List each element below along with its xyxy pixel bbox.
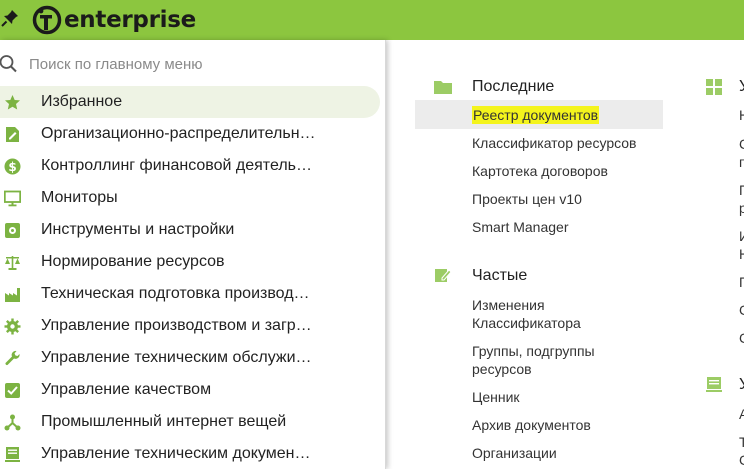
logo-mark-icon <box>32 5 62 35</box>
frequent-link-resource-groups[interactable]: Группы, подгруппы ресурсов <box>472 342 595 378</box>
menu-item-label: Мониторы <box>41 189 118 206</box>
edit-note-icon <box>435 269 452 282</box>
network-nodes-icon <box>4 414 21 431</box>
col3-link-fragment[interactable]: П <box>739 274 744 290</box>
col3-link-fragment[interactable]: Т <box>739 434 744 450</box>
menu-item-label: Контроллинг финансовой деятель… <box>41 157 312 174</box>
link-line: ресурсов <box>472 361 532 377</box>
col3-link-fragment[interactable]: С <box>739 136 744 152</box>
menu-item-resource-rationing[interactable]: Нормирование ресурсов <box>0 246 386 278</box>
menu-item-maintenance[interactable]: Управление техническим обслужи… <box>0 342 386 374</box>
grid-tiles-icon <box>706 79 722 95</box>
menu-item-quality[interactable]: Управление качеством <box>0 374 386 406</box>
logo-text: enterprise <box>64 7 196 33</box>
menu-item-tech-preparation[interactable]: Техническая подготовка производ… <box>0 278 386 310</box>
app-logo[interactable]: enterprise <box>32 4 196 36</box>
svg-text:$: $ <box>8 160 16 174</box>
menu-item-label: Организационно-распределительн… <box>41 125 316 142</box>
top-bar: enterprise <box>0 0 744 40</box>
pin-icon[interactable] <box>1 9 19 27</box>
menu-item-production-management[interactable]: Управление производством и загр… <box>0 310 386 342</box>
search-bar <box>0 48 386 80</box>
col3-link-fragment[interactable]: С <box>739 330 744 346</box>
menu-item-label: Инструменты и настройки <box>41 221 235 238</box>
gear-icon <box>4 318 21 335</box>
recent-link-smart-manager[interactable]: Smart Manager <box>472 218 568 236</box>
star-icon <box>5 95 20 110</box>
menu-item-label: Избранное <box>41 93 123 110</box>
scales-icon <box>5 256 20 270</box>
tools-gear-icon <box>5 223 20 238</box>
menu-item-label: Управление техническим обслужи… <box>41 349 312 366</box>
menu-item-label: Управление производством и загр… <box>41 317 312 334</box>
main-menu-panel: Избранное Организационно-распределительн… <box>0 40 386 469</box>
folder-icon <box>434 81 452 94</box>
menu-item-org-distribution[interactable]: Организационно-распределительн… <box>0 118 386 150</box>
link-line: Изменения <box>472 297 545 313</box>
document-pencil-icon <box>6 127 19 142</box>
section-title-recent: Последние <box>472 78 555 95</box>
col3-link-fragment[interactable]: п <box>739 154 744 170</box>
search-icon <box>0 55 17 73</box>
menu-item-finance-controlling[interactable]: $ Контроллинг финансовой деятель… <box>0 150 386 182</box>
frequent-link-document-archive[interactable]: Архив документов <box>472 416 591 434</box>
checkbox-icon <box>5 383 20 398</box>
frequent-link-organizations[interactable]: Организации <box>472 444 557 462</box>
menu-item-iiot[interactable]: Промышленный интернет вещей <box>0 406 386 438</box>
col3-link-fragment[interactable]: Н <box>739 107 744 123</box>
recent-link-document-registry[interactable]: Реестр документов <box>472 106 600 124</box>
col3-link-fragment[interactable]: П <box>739 182 744 198</box>
content-area: Последние Реестр документов Классификато… <box>386 40 744 469</box>
recent-link-price-projects[interactable]: Проекты цен v10 <box>472 190 582 208</box>
dollar-circle-icon: $ <box>4 158 21 175</box>
menu-item-favorites[interactable]: Избранное <box>0 86 380 118</box>
document-stack-icon <box>706 377 722 392</box>
col3-link-fragment[interactable]: И <box>739 228 744 244</box>
recent-link-contracts[interactable]: Картотека договоров <box>472 162 608 180</box>
menu-item-label: Промышленный интернет вещей <box>41 413 287 430</box>
document-stack-icon <box>5 447 20 462</box>
monitor-icon <box>4 190 21 207</box>
col3-link-fragment[interactable]: р <box>739 200 744 216</box>
menu-item-label: Управление качеством <box>41 381 212 398</box>
col3-link-fragment[interactable]: С <box>739 452 744 468</box>
section-title-frequent: Частые <box>472 267 528 284</box>
col3-link-fragment[interactable]: Н <box>739 246 744 262</box>
link-line: Классификатора <box>472 315 581 331</box>
menu-item-label: Техническая подготовка производ… <box>41 285 310 302</box>
section-title-col3-b: У <box>739 376 744 394</box>
search-match-highlight: Реестр документов <box>472 106 600 124</box>
menu-item-monitors[interactable]: Мониторы <box>0 182 386 214</box>
wrench-icon <box>5 350 20 366</box>
link-line: Группы, подгруппы <box>472 343 595 359</box>
menu-item-label: Нормирование ресурсов <box>41 253 225 270</box>
col3-link-fragment[interactable]: С <box>739 302 744 318</box>
menu-item-tech-documentation[interactable]: Управление техническим докумен… <box>0 438 386 469</box>
menu-item-tools-settings[interactable]: Инструменты и настройки <box>0 214 386 246</box>
frequent-link-classifier-changes[interactable]: Изменения Классификатора <box>472 296 581 332</box>
factory-icon <box>5 288 20 302</box>
menu-list: Избранное Организационно-распределительн… <box>0 86 386 469</box>
search-input[interactable] <box>29 54 369 74</box>
frequent-link-price-list[interactable]: Ценник <box>472 388 520 406</box>
col3-link-fragment[interactable]: А <box>739 406 744 422</box>
menu-item-label: Управление техническим докумен… <box>41 445 311 462</box>
recent-link-resource-classifier[interactable]: Классификатор ресурсов <box>472 134 636 152</box>
section-title-col3-a: У <box>739 78 744 96</box>
